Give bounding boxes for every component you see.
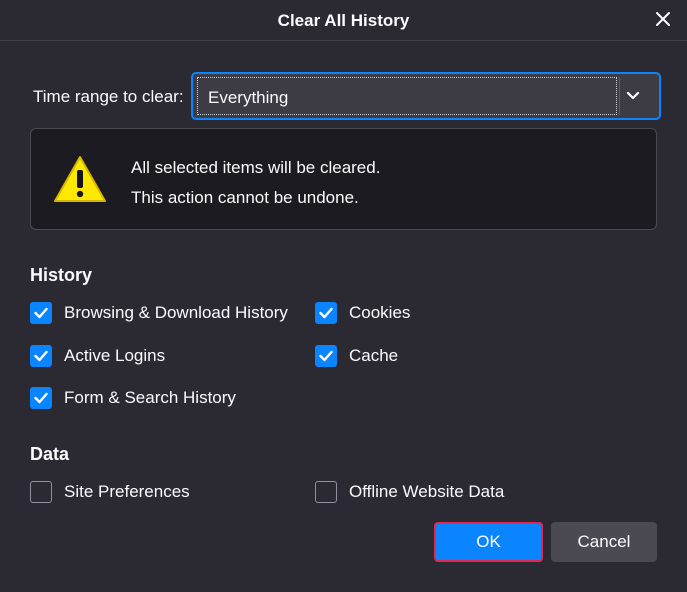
warning-text-line2: This action cannot be undone.: [131, 188, 359, 207]
checkbox-label: Browsing & Download History: [64, 303, 288, 322]
checkbox-label: Form & Search History: [64, 388, 236, 407]
checkmark-icon: [34, 392, 48, 404]
dialog-title: Clear All History: [277, 11, 410, 30]
cancel-button[interactable]: Cancel: [551, 522, 657, 562]
checkbox-box: [315, 345, 337, 367]
title-bar: Clear All History: [0, 0, 687, 41]
warning-text-line1: All selected items will be cleared.: [131, 158, 381, 177]
checkbox-box: [30, 481, 52, 503]
checkmark-icon: [319, 350, 333, 362]
checkbox-label: Active Logins: [64, 346, 166, 365]
close-button[interactable]: [653, 9, 673, 29]
time-range-label: Time range to clear:: [33, 87, 184, 106]
checkbox-box: [30, 387, 52, 409]
checkbox-box: [30, 345, 52, 367]
clear-history-dialog: Clear All History Time range to clear: E…: [0, 0, 687, 592]
ok-button[interactable]: OK: [434, 522, 543, 562]
checkbox-box: [315, 481, 337, 503]
history-heading: History: [30, 265, 93, 285]
warning-icon: [54, 156, 106, 202]
chevron-down-icon: [626, 91, 640, 100]
checkbox-label: Cookies: [349, 303, 411, 322]
checkmark-icon: [34, 350, 48, 362]
close-icon: [656, 12, 670, 26]
checkmark-icon: [34, 307, 48, 319]
data-heading: Data: [30, 444, 70, 464]
time-range-value: Everything: [208, 88, 289, 107]
warning-box: All selected items will be cleared. This…: [30, 128, 657, 230]
checkbox-label: Cache: [349, 346, 399, 365]
checkbox-label: Site Preferences: [64, 482, 190, 501]
checkbox-box: [30, 302, 52, 324]
time-range-select[interactable]: Everything: [191, 72, 661, 120]
select-divider: [619, 77, 620, 115]
checkbox-box: [315, 302, 337, 324]
checkbox-label: Offline Website Data: [349, 482, 505, 501]
checkmark-icon: [319, 307, 333, 319]
